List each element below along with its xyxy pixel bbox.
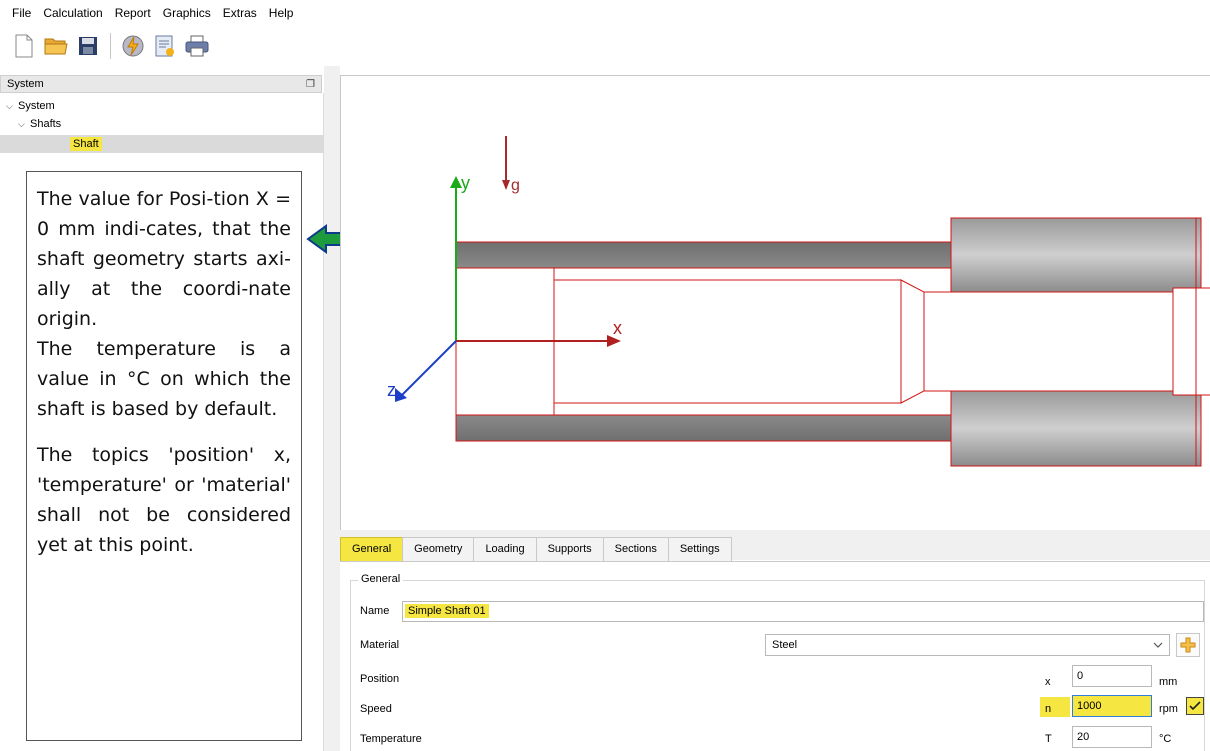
general-panel: General [340,561,1210,751]
chevron-down-icon[interactable]: ⌵ [18,119,30,130]
z-axis-arrow [395,388,407,402]
shaft-drawing: y x z g [387,136,1210,467]
tab-sections[interactable]: Sections [602,537,669,561]
speed-unit: rpm [1159,703,1178,715]
chevron-down-icon[interactable]: ⌵ [6,101,18,112]
z-axis-label: z [387,380,396,400]
toolbar-separator [110,33,111,59]
tab-loading[interactable]: Loading [473,537,537,561]
shaft-section-2-bottom [950,390,1202,467]
tree-item-shafts[interactable]: ⌵ Shafts [18,115,61,133]
menu-bar: File Calculation Report Graphics Extras … [0,0,1210,26]
y-axis-label: y [461,173,470,193]
annotation-paragraph-2: The temperature is a value in °C on whic… [37,338,291,420]
temperature-unit: °C [1159,733,1172,745]
material-label: Material [360,639,400,651]
save-icon [79,37,97,55]
general-group-label: General [358,573,404,585]
new-document-icon [15,34,33,58]
tab-supports[interactable]: Supports [535,537,604,561]
tree-item-label: Shaft [70,137,102,151]
temperature-symbol: T [1045,733,1052,745]
speed-symbol: n [1045,703,1052,715]
material-select[interactable]: Steel [765,634,1170,656]
tree-item-system[interactable]: ⌵ System [6,97,55,115]
tree-item-shaft[interactable]: Shaft [70,135,102,153]
report-icon [155,35,174,57]
splitter[interactable] [324,66,340,751]
name-label: Name [360,605,390,617]
chevron-down-icon [1153,642,1163,648]
tab-general[interactable]: General [340,537,404,561]
open-folder-icon [44,38,68,55]
tab-settings[interactable]: Settings [667,537,732,561]
menu-graphics[interactable]: Graphics [157,0,217,26]
name-value[interactable]: Simple Shaft 01 [405,604,489,618]
tree-item-label: System [18,100,55,112]
save-button[interactable] [74,32,102,60]
gravity-label: g [511,177,520,194]
plus-icon [1180,637,1196,653]
speed-checkbox[interactable] [1186,697,1204,715]
annotation-paragraph-1: The value for Posi-tion X = 0 mm indi-ca… [37,188,291,330]
tab-geometry[interactable]: Geometry [402,537,475,561]
menu-report[interactable]: Report [109,0,157,26]
print-icon [185,35,209,57]
open-button[interactable] [42,32,70,60]
annotation-paragraph-3: The topics 'position' x, 'temperature' o… [37,444,291,556]
name-input[interactable] [402,601,1204,622]
system-panel-header: System ❐ [0,75,322,93]
shaft-section-2-top [950,217,1202,293]
temperature-label: Temperature [360,733,422,745]
annotation-callout: The value for Posi-tion X = 0 mm indi-ca… [26,171,302,741]
property-tabs: General Geometry Loading Supports Sectio… [340,537,732,561]
toolbar [0,26,1210,66]
position-input[interactable]: 0 [1072,665,1152,687]
add-material-button[interactable] [1176,633,1200,657]
tree-selection-bar [0,135,324,153]
shaft-chamfer [900,279,925,404]
new-document-button[interactable] [10,32,38,60]
speed-label: Speed [360,703,392,715]
speed-input[interactable]: 1000 [1072,695,1152,717]
z-axis [398,340,457,399]
gravity-arrow-head [502,180,510,190]
tree-item-label: Shafts [30,118,62,130]
position-symbol: x [1045,676,1051,688]
shaft-section-1-top [455,241,952,269]
shaft-inner-4 [1172,287,1210,396]
shaft-inner-3 [923,291,1175,392]
report-button[interactable] [151,32,179,60]
system-panel-title: System [7,78,44,90]
calculate-button[interactable] [119,32,147,60]
menu-extras[interactable]: Extras [217,0,263,26]
x-axis-label: x [613,318,622,338]
graphics-viewport[interactable]: y x z g [340,75,1210,530]
material-value: Steel [772,639,798,651]
checkmark-icon [1189,701,1201,711]
menu-help[interactable]: Help [263,0,300,26]
calculate-lightning-icon [122,35,144,57]
menu-calculation[interactable]: Calculation [37,0,108,26]
position-unit: mm [1159,676,1178,688]
float-window-icon[interactable]: ❐ [306,79,315,90]
position-label: Position [360,673,400,685]
print-button[interactable] [183,32,211,60]
menu-file[interactable]: File [6,0,37,26]
shaft-section-1-bottom [455,414,952,442]
temperature-input[interactable]: 20 [1072,726,1152,748]
